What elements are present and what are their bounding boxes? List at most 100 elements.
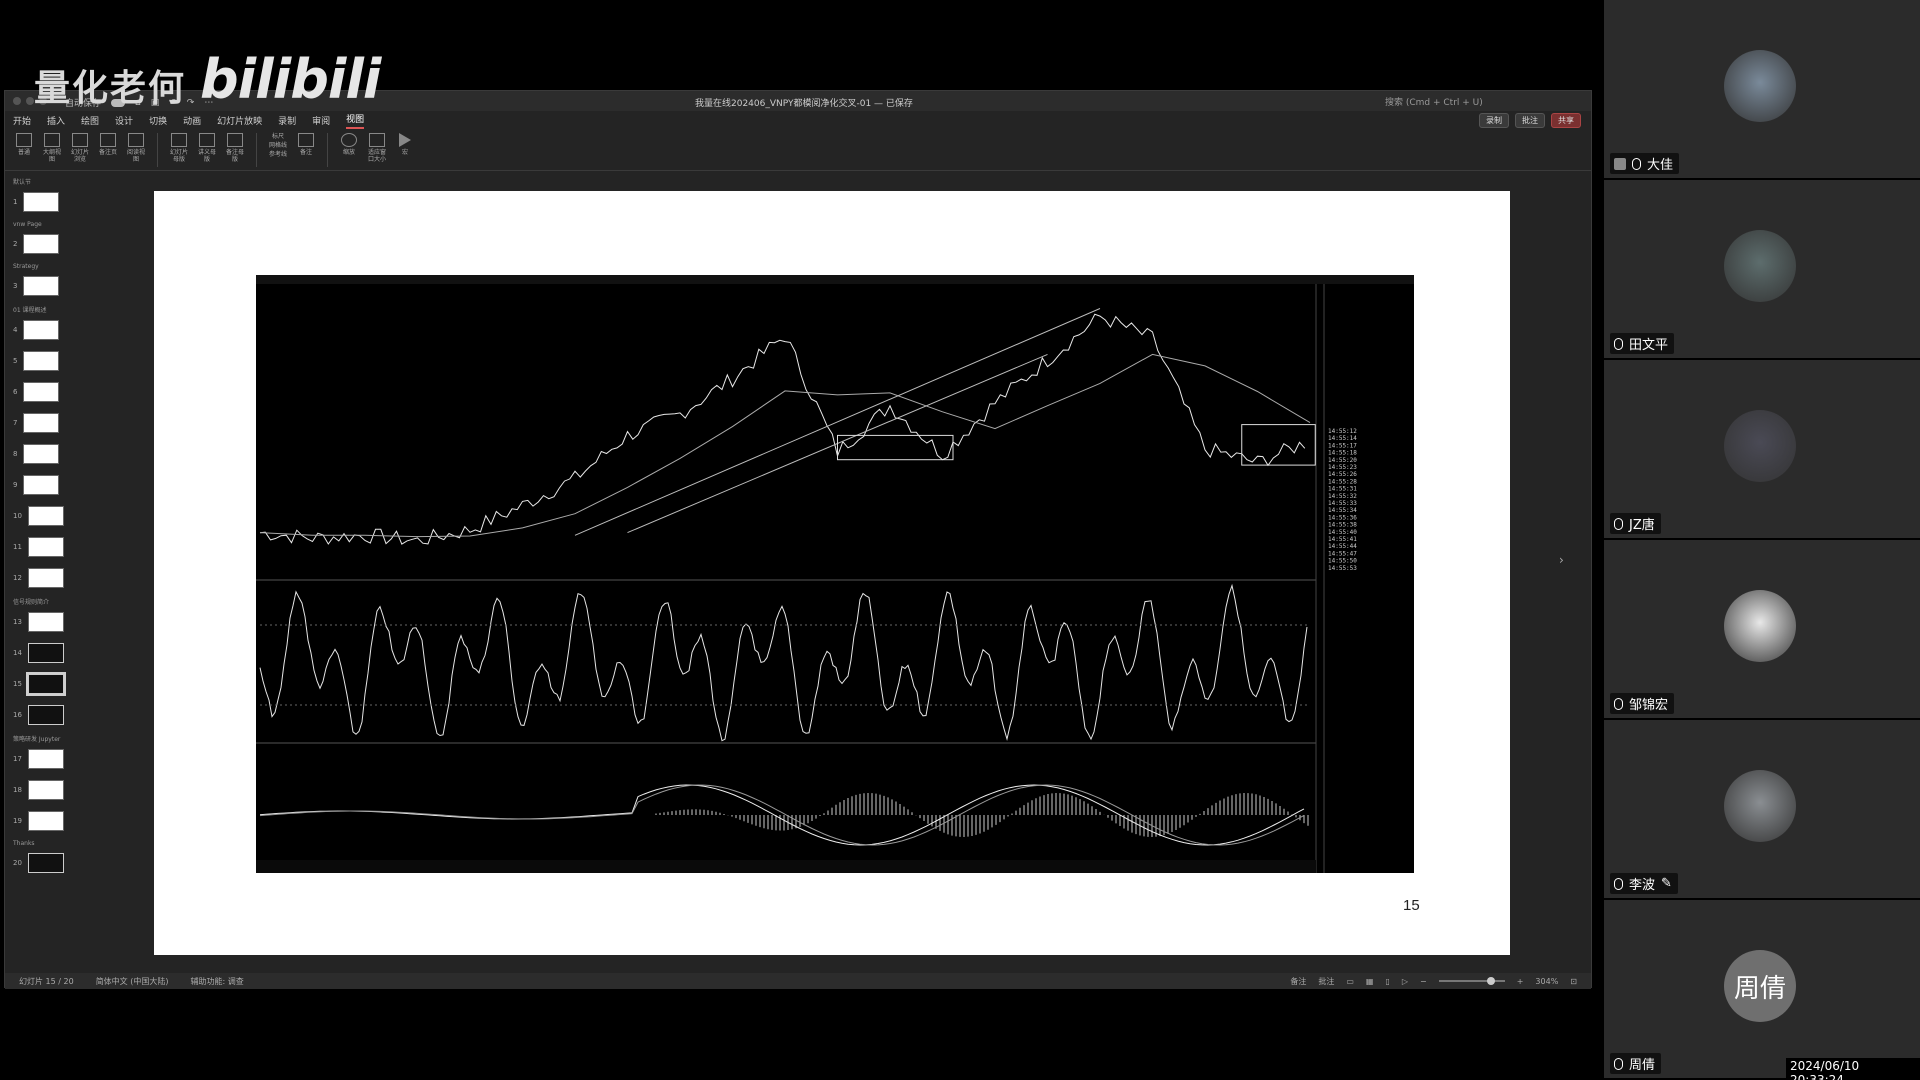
slide-thumbnail-preview bbox=[23, 443, 60, 464]
section-header[interactable]: Thanks bbox=[5, 840, 85, 847]
fit-slide-icon[interactable]: ⊡ bbox=[1570, 977, 1577, 986]
zoom-out-icon[interactable]: − bbox=[1420, 977, 1427, 986]
participant-tile[interactable]: 田文平 bbox=[1604, 180, 1920, 358]
slide-thumbnail-5[interactable]: 5 bbox=[5, 345, 85, 376]
participant-tile[interactable]: 周倩 周倩 bbox=[1604, 900, 1920, 1078]
slide-thumbnail-20[interactable]: 20 bbox=[5, 847, 85, 878]
quote-time: 14:55:32 bbox=[1328, 493, 1357, 500]
slide-thumbnail-19[interactable]: 19 bbox=[5, 805, 85, 836]
section-header[interactable]: 策略研发 Jupyter bbox=[5, 734, 85, 743]
ribbon-slide-master[interactable]: 幻灯片母版 bbox=[168, 133, 190, 163]
menu-draw[interactable]: 绘图 bbox=[81, 114, 99, 127]
menu-home[interactable]: 开始 bbox=[13, 114, 31, 127]
language-status[interactable]: 简体中文 (中国大陆) bbox=[96, 976, 169, 987]
ribbon-sorter[interactable]: 幻灯片浏览 bbox=[69, 133, 91, 163]
menu-record[interactable]: 录制 bbox=[278, 114, 296, 127]
ribbon-handout-master[interactable]: 讲义母版 bbox=[196, 133, 218, 163]
slide-thumbnail-4[interactable]: 4 bbox=[5, 314, 85, 345]
participant-name-tag: JZ唐 bbox=[1610, 513, 1661, 534]
section-header[interactable]: Strategy bbox=[5, 263, 85, 270]
share-button[interactable]: 共享 bbox=[1551, 113, 1581, 128]
menu-review[interactable]: 审阅 bbox=[312, 114, 330, 127]
menu-animations[interactable]: 动画 bbox=[183, 114, 201, 127]
comments-toggle[interactable]: 批注 bbox=[1318, 976, 1334, 987]
notes-icon bbox=[298, 133, 314, 147]
slide-thumbnail-13[interactable]: 13 bbox=[5, 606, 85, 637]
watermark-channel: 量化老何 bbox=[34, 68, 187, 109]
ribbon-ruler[interactable]: 标尺 网格线 参考线 bbox=[267, 133, 289, 158]
participant-tile[interactable]: 李波 ✎ bbox=[1604, 720, 1920, 898]
participant-tile[interactable]: 大佳 bbox=[1604, 0, 1920, 178]
quote-time: 14:55:12 bbox=[1328, 428, 1357, 435]
menu-view[interactable]: 视图 bbox=[346, 112, 365, 129]
ribbon-notes[interactable]: 备注 bbox=[295, 133, 317, 156]
quote-time: 14:55:31 bbox=[1328, 486, 1357, 493]
participant-avatar: 周倩 bbox=[1724, 950, 1796, 1022]
ribbon-notes-page[interactable]: 备注页 bbox=[97, 133, 119, 156]
slide-thumbnail-16[interactable]: 16 bbox=[5, 699, 85, 730]
slide-thumbnail-preview bbox=[23, 275, 60, 296]
participant-tile[interactable]: JZ唐 bbox=[1604, 360, 1920, 538]
slide-thumbnail-preview bbox=[27, 748, 64, 769]
ribbon-outline[interactable]: 大纲视图 bbox=[41, 133, 63, 163]
slide-thumbnail-18[interactable]: 18 bbox=[5, 774, 85, 805]
slide-thumbnail-3[interactable]: 3 bbox=[5, 270, 85, 301]
record-button[interactable]: 录制 bbox=[1479, 113, 1509, 128]
ribbon-normal[interactable]: 普通 bbox=[13, 133, 35, 156]
slide-canvas[interactable]: 14:55:12 14:55:14 14:55:17 14:55:18 14:55:20… bbox=[154, 191, 1510, 955]
normal-view-icon[interactable]: ▭ bbox=[1346, 977, 1354, 986]
slide-thumbnail-2[interactable]: 2 bbox=[5, 228, 85, 259]
menu-transitions[interactable]: 切换 bbox=[149, 114, 167, 127]
menu-design[interactable]: 设计 bbox=[115, 114, 133, 127]
slide-thumbnail-preview bbox=[27, 567, 64, 588]
slide-position: 幻灯片 15 / 20 bbox=[19, 976, 74, 986]
comments-button[interactable]: 批注 bbox=[1515, 113, 1545, 128]
zoom-slider[interactable] bbox=[1438, 977, 1505, 985]
ribbon-notes-master[interactable]: 备注母版 bbox=[224, 133, 246, 163]
notes-page-icon bbox=[100, 133, 116, 147]
notes-toggle[interactable]: 备注 bbox=[1290, 976, 1306, 987]
slide-thumbnail-7[interactable]: 7 bbox=[5, 407, 85, 438]
slide-thumbnail-preview bbox=[27, 852, 64, 873]
section-header[interactable]: vnw Page bbox=[5, 221, 85, 228]
menu-slideshow[interactable]: 幻灯片放映 bbox=[217, 114, 262, 127]
ribbon-fit-window[interactable]: 适应窗口大小 bbox=[366, 133, 388, 163]
participant-name: JZ唐 bbox=[1629, 518, 1655, 533]
ribbon-zoom[interactable]: 缩放 bbox=[338, 133, 360, 156]
ribbon-reading[interactable]: 阅读视图 bbox=[125, 133, 147, 163]
search-input[interactable]: 搜索 (Cmd + Ctrl + U) bbox=[1385, 95, 1483, 108]
stock-chart: 14:55:1214:55:1414:55:1714:55:1814:55:20… bbox=[256, 275, 1414, 873]
sorter-view-icon[interactable]: ▦ bbox=[1366, 977, 1374, 986]
slide-thumbnail-preview bbox=[23, 233, 60, 254]
section-header[interactable]: 默认节 bbox=[5, 177, 85, 186]
participant-name: 周倩 bbox=[1629, 1058, 1656, 1073]
slide-thumbnail-9[interactable]: 9 bbox=[5, 469, 85, 500]
section-header[interactable]: 信号规则简介 bbox=[5, 597, 85, 606]
quote-time: 14:55:26 bbox=[1328, 471, 1357, 478]
zoom-in-icon[interactable]: + bbox=[1517, 977, 1524, 986]
ribbon-macro[interactable]: 宏 bbox=[394, 133, 416, 156]
slide-thumbnail-17[interactable]: 17 bbox=[5, 743, 85, 774]
slide-thumbnail-8[interactable]: 8 bbox=[5, 438, 85, 469]
screen: 量化老何 bilibili 自动保存 ⌂ ▣ ↶ ↷ ⋯ 我量在线202406_… bbox=[0, 0, 1920, 1080]
slide-thumbnail-14[interactable]: 14 bbox=[5, 637, 85, 668]
slide-thumbnail-15[interactable]: 15 bbox=[5, 668, 85, 699]
quote-time: 14:55:50 bbox=[1328, 558, 1357, 565]
slide-thumbnail-10[interactable]: 10 bbox=[5, 500, 85, 531]
slideshow-icon[interactable]: ▷ bbox=[1402, 977, 1408, 986]
section-header[interactable]: 01 课程概述 bbox=[5, 305, 85, 314]
reading-view-icon[interactable]: ▯ bbox=[1385, 977, 1389, 986]
slide-thumbnail-preview bbox=[25, 671, 66, 696]
slide-thumbnail-number: 5 bbox=[13, 356, 18, 365]
accessibility-status[interactable]: 辅助功能: 调查 bbox=[190, 976, 243, 987]
participant-tile[interactable]: 邹锦宏 bbox=[1604, 540, 1920, 718]
zoom-level[interactable]: 304% bbox=[1535, 977, 1558, 986]
slide-thumbnail-12[interactable]: 12 bbox=[5, 562, 85, 593]
slide-thumbnail-6[interactable]: 6 bbox=[5, 376, 85, 407]
menu-insert[interactable]: 插入 bbox=[47, 114, 65, 127]
participant-avatar bbox=[1724, 590, 1796, 662]
slide-thumbnail-1[interactable]: 1 bbox=[5, 186, 85, 217]
next-slide-arrow[interactable]: › bbox=[1559, 553, 1564, 567]
slide-thumbnail-11[interactable]: 11 bbox=[5, 531, 85, 562]
slide-thumbnail-number: 14 bbox=[13, 648, 22, 657]
